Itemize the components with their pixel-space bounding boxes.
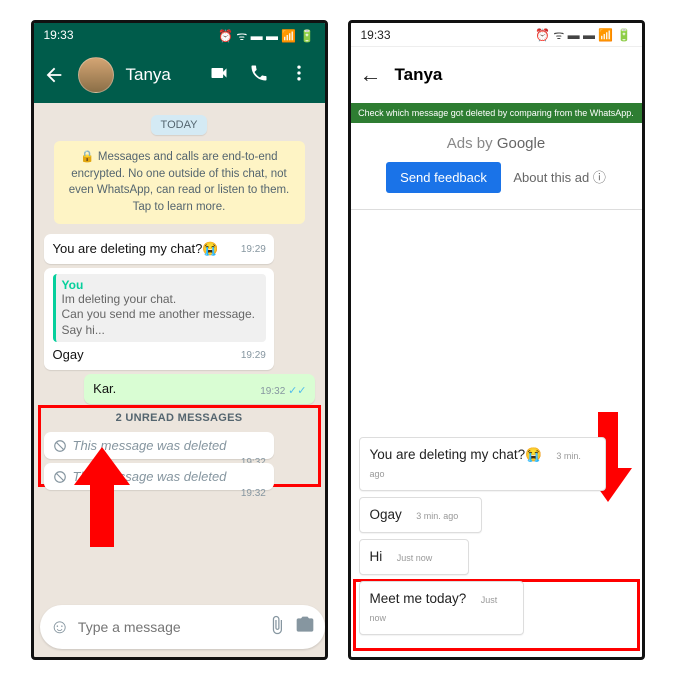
- ads-box: Ads by Google Send feedback About this a…: [351, 123, 642, 210]
- blocked-icon: [53, 470, 67, 484]
- info-banner: Check which message got deleted by compa…: [351, 103, 642, 123]
- status-bar: 19:33 ⏰ ᯤ ▬ ▬ 📶 🔋: [351, 23, 642, 47]
- contact-name[interactable]: Tanya: [126, 65, 197, 85]
- app-header: ← Tanya: [351, 47, 642, 103]
- back-button[interactable]: [42, 63, 66, 87]
- message-input[interactable]: ☺: [40, 605, 325, 649]
- day-chip: TODAY: [44, 115, 315, 133]
- unread-divider: 2 UNREAD MESSAGES: [44, 412, 315, 424]
- chat-area[interactable]: You are deleting my chat?😭 3 min. ago Og…: [351, 210, 642, 657]
- ads-title: Ads by Google: [359, 135, 634, 152]
- arrow-up-icon: [74, 447, 130, 547]
- voice-call-icon[interactable]: [249, 63, 269, 88]
- camera-icon[interactable]: [295, 615, 315, 640]
- video-call-icon[interactable]: [209, 63, 229, 88]
- read-ticks-icon: ✓✓: [288, 385, 306, 397]
- message-recovered[interactable]: Meet me today? Just now: [359, 581, 524, 635]
- encryption-notice[interactable]: 🔒 Messages and calls are end-to-end encr…: [54, 141, 305, 224]
- about-ad-link[interactable]: About this ad ⓘ: [513, 170, 606, 185]
- back-button[interactable]: ←: [359, 63, 383, 87]
- status-time: 19:33: [361, 28, 391, 42]
- message-recovered[interactable]: Hi Just now: [359, 539, 469, 575]
- phone-whatsapp: 19:33 ⏰ ᯤ ▬ ▬ 📶 🔋 Tanya TODAY 🔒 Messages…: [31, 20, 328, 660]
- contact-name: Tanya: [395, 65, 634, 85]
- quoted-message[interactable]: You Im deleting your chat. Can you send …: [53, 274, 266, 343]
- text-input[interactable]: [78, 619, 259, 635]
- phone-recovery-app: 19:33 ⏰ ᯤ ▬ ▬ 📶 🔋 ← Tanya Check which me…: [348, 20, 645, 660]
- emoji-icon[interactable]: ☺: [50, 616, 70, 639]
- message-out[interactable]: Kar. 19:32 ✓✓: [84, 374, 314, 404]
- message-recovered[interactable]: Ogay 3 min. ago: [359, 497, 483, 533]
- chat-area[interactable]: TODAY 🔒 Messages and calls are end-to-en…: [34, 103, 325, 657]
- more-icon[interactable]: [289, 63, 309, 88]
- avatar[interactable]: [78, 57, 114, 93]
- status-time: 19:33: [44, 28, 74, 42]
- message-input-bar: ☺: [40, 605, 319, 649]
- send-feedback-button[interactable]: Send feedback: [386, 162, 501, 193]
- message-in-reply[interactable]: You Im deleting your chat. Can you send …: [44, 268, 274, 371]
- chat-header: Tanya: [34, 47, 325, 103]
- status-bar: 19:33 ⏰ ᯤ ▬ ▬ 📶 🔋: [34, 23, 325, 47]
- status-icons: ⏰ ᯤ ▬ ▬ 📶 🔋: [218, 27, 314, 44]
- header-actions: [209, 63, 317, 88]
- attach-icon[interactable]: [267, 615, 287, 640]
- message-recovered[interactable]: You are deleting my chat?😭 3 min. ago: [359, 437, 607, 491]
- message-in[interactable]: You are deleting my chat?😭 19:29: [44, 234, 274, 264]
- blocked-icon: [53, 439, 67, 453]
- status-icons: ⏰ ᯤ ▬ ▬ 📶 🔋: [535, 26, 631, 43]
